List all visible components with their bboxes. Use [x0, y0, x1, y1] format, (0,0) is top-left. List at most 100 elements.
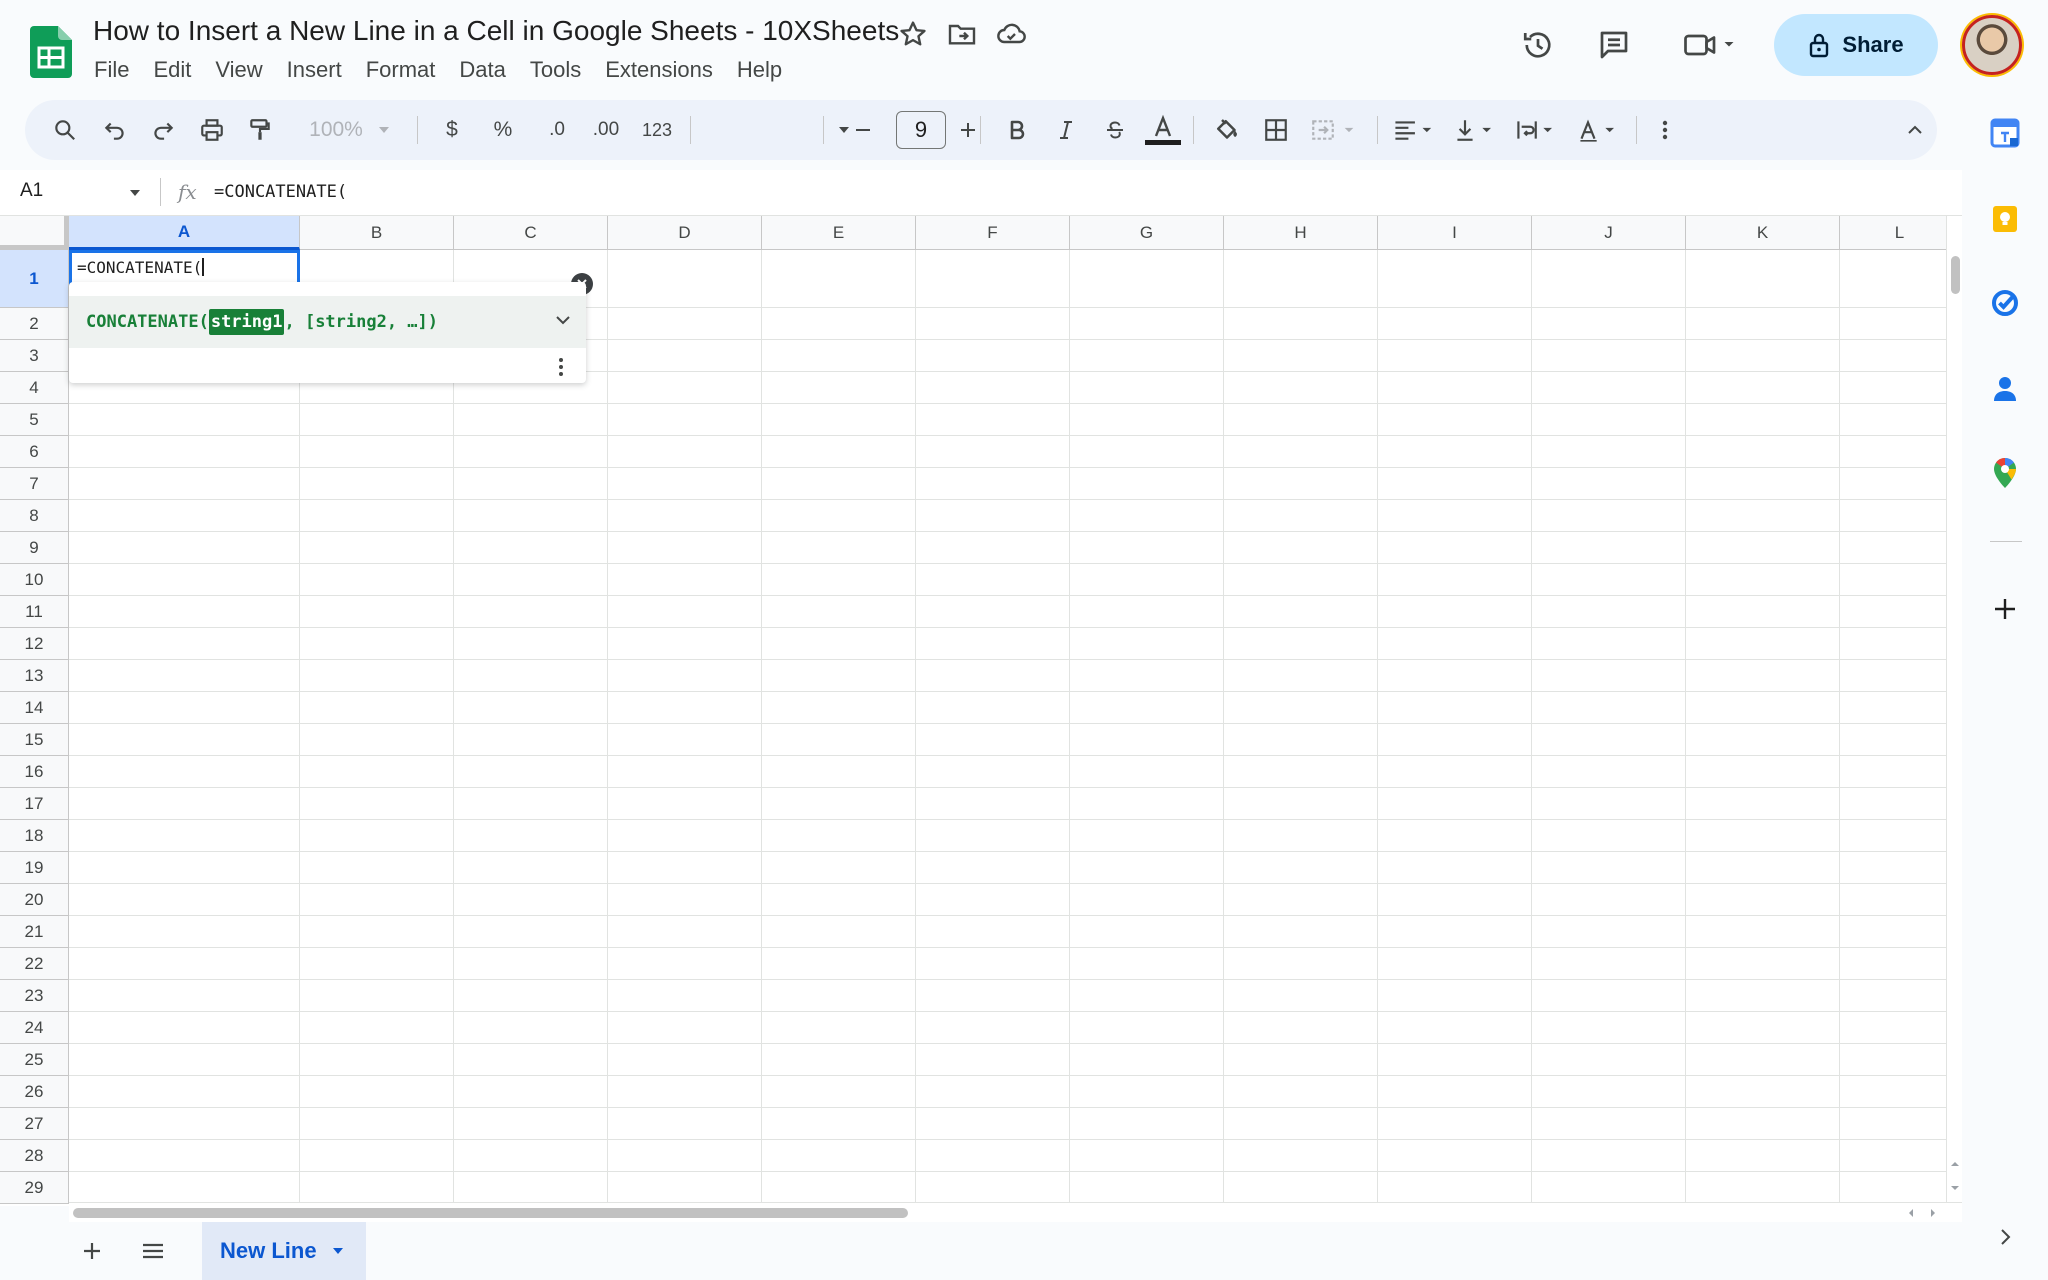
font-family-select[interactable] — [705, 110, 865, 150]
scroll-down-arrow-icon[interactable] — [1950, 1184, 1960, 1192]
row-header-7[interactable]: 7 — [0, 468, 69, 500]
select-all-corner[interactable] — [0, 216, 69, 250]
cloud-saved-icon[interactable] — [995, 18, 1027, 50]
expand-chevron-icon[interactable] — [555, 314, 571, 326]
row-header-16[interactable]: 16 — [0, 756, 69, 788]
format-currency-button[interactable]: $ — [437, 110, 467, 150]
row-header-27[interactable]: 27 — [0, 1108, 69, 1140]
show-side-panel-icon[interactable] — [1984, 1216, 2026, 1258]
menu-view[interactable]: View — [215, 57, 262, 83]
column-header-d[interactable]: D — [608, 216, 762, 250]
paint-format-icon[interactable] — [240, 110, 280, 150]
menu-extensions[interactable]: Extensions — [605, 57, 713, 83]
horizontal-scroll-thumb[interactable] — [73, 1208, 908, 1218]
comments-icon[interactable] — [1592, 23, 1636, 67]
vertical-scrollbar[interactable] — [1946, 216, 1962, 1206]
italic-icon[interactable] — [1046, 110, 1086, 150]
menu-tools[interactable]: Tools — [530, 57, 581, 83]
formula-input[interactable]: =CONCATENATE( — [214, 182, 347, 202]
document-title[interactable]: How to Insert a New Line in a Cell in Go… — [93, 15, 899, 47]
keep-icon[interactable] — [1984, 198, 2026, 240]
calendar-icon[interactable] — [1984, 112, 2026, 154]
menu-help[interactable]: Help — [737, 57, 782, 83]
sheet-tab-new-line[interactable]: New Line — [202, 1222, 366, 1280]
row-header-22[interactable]: 22 — [0, 948, 69, 980]
move-folder-icon[interactable] — [946, 18, 978, 50]
menu-format[interactable]: Format — [366, 57, 436, 83]
format-percent-button[interactable]: % — [485, 110, 521, 150]
column-header-a[interactable]: A — [69, 216, 300, 250]
star-icon[interactable] — [897, 18, 929, 50]
row-header-17[interactable]: 17 — [0, 788, 69, 820]
column-header-g[interactable]: G — [1070, 216, 1224, 250]
version-history-icon[interactable] — [1516, 23, 1560, 67]
row-header-2[interactable]: 2 — [0, 308, 69, 340]
row-header-5[interactable]: 5 — [0, 404, 69, 436]
sheet-tab-dropdown-icon[interactable] — [331, 1246, 345, 1256]
undo-icon[interactable] — [95, 110, 135, 150]
scroll-right-arrow-icon[interactable] — [1929, 1208, 1937, 1218]
column-header-k[interactable]: K — [1686, 216, 1840, 250]
meet-video-icon[interactable] — [1676, 23, 1746, 67]
search-menus-icon[interactable] — [45, 110, 85, 150]
maps-icon[interactable] — [1984, 452, 2026, 494]
horizontal-scrollbar[interactable] — [69, 1202, 1962, 1222]
vertical-align-icon[interactable] — [1450, 110, 1506, 150]
row-header-3[interactable]: 3 — [0, 340, 69, 372]
popup-more-icon[interactable] — [557, 356, 565, 378]
get-addons-icon[interactable] — [1984, 588, 2026, 630]
row-header-8[interactable]: 8 — [0, 500, 69, 532]
row-header-21[interactable]: 21 — [0, 916, 69, 948]
scroll-up-arrow-icon[interactable] — [1950, 1160, 1960, 1168]
contacts-icon[interactable] — [1984, 368, 2026, 410]
tasks-icon[interactable] — [1984, 282, 2026, 324]
decrease-decimal-button[interactable]: .0 — [535, 110, 579, 150]
more-options-icon[interactable] — [1645, 110, 1685, 150]
row-header-18[interactable]: 18 — [0, 820, 69, 852]
all-sheets-icon[interactable] — [140, 1239, 166, 1263]
horizontal-align-icon[interactable] — [1387, 110, 1445, 150]
menu-data[interactable]: Data — [459, 57, 505, 83]
row-header-1[interactable]: 1 — [0, 250, 69, 308]
share-button[interactable]: Share — [1774, 14, 1938, 76]
zoom-select[interactable]: 100% — [295, 110, 405, 150]
row-header-19[interactable]: 19 — [0, 852, 69, 884]
row-header-10[interactable]: 10 — [0, 564, 69, 596]
fill-color-icon[interactable] — [1207, 110, 1247, 150]
menu-edit[interactable]: Edit — [153, 57, 191, 83]
name-box-dropdown-icon[interactable] — [128, 188, 142, 198]
column-header-e[interactable]: E — [762, 216, 916, 250]
row-header-25[interactable]: 25 — [0, 1044, 69, 1076]
column-header-c[interactable]: C — [454, 216, 608, 250]
increase-decimal-button[interactable]: .00 — [581, 110, 631, 150]
account-avatar[interactable] — [1962, 15, 2022, 75]
column-header-j[interactable]: J — [1532, 216, 1686, 250]
vertical-scroll-thumb[interactable] — [1951, 256, 1960, 294]
borders-icon[interactable] — [1256, 110, 1296, 150]
row-header-28[interactable]: 28 — [0, 1140, 69, 1172]
row-header-15[interactable]: 15 — [0, 724, 69, 756]
row-header-11[interactable]: 11 — [0, 596, 69, 628]
strikethrough-icon[interactable] — [1095, 110, 1135, 150]
row-header-13[interactable]: 13 — [0, 660, 69, 692]
more-formats-button[interactable]: 123 — [637, 110, 677, 150]
print-icon[interactable] — [192, 110, 232, 150]
row-header-14[interactable]: 14 — [0, 692, 69, 724]
text-rotation-icon[interactable] — [1573, 110, 1629, 150]
menu-insert[interactable]: Insert — [287, 57, 342, 83]
merge-cells-icon[interactable] — [1305, 110, 1367, 150]
bold-icon[interactable] — [997, 110, 1037, 150]
column-header-f[interactable]: F — [916, 216, 1070, 250]
row-header-23[interactable]: 23 — [0, 980, 69, 1012]
font-size-input[interactable]: 9 — [896, 111, 946, 149]
column-header-h[interactable]: H — [1224, 216, 1378, 250]
column-header-l[interactable]: L — [1840, 216, 1960, 250]
collapse-toolbar-icon[interactable] — [1895, 110, 1935, 150]
sheets-logo-icon[interactable] — [30, 26, 72, 78]
increase-font-size-icon[interactable] — [948, 110, 988, 150]
row-header-12[interactable]: 12 — [0, 628, 69, 660]
column-header-i[interactable]: I — [1378, 216, 1532, 250]
function-signature-row[interactable]: CONCATENATE(string1, [string2, …]) — [69, 296, 586, 348]
redo-icon[interactable] — [143, 110, 183, 150]
scroll-left-arrow-icon[interactable] — [1907, 1208, 1915, 1218]
